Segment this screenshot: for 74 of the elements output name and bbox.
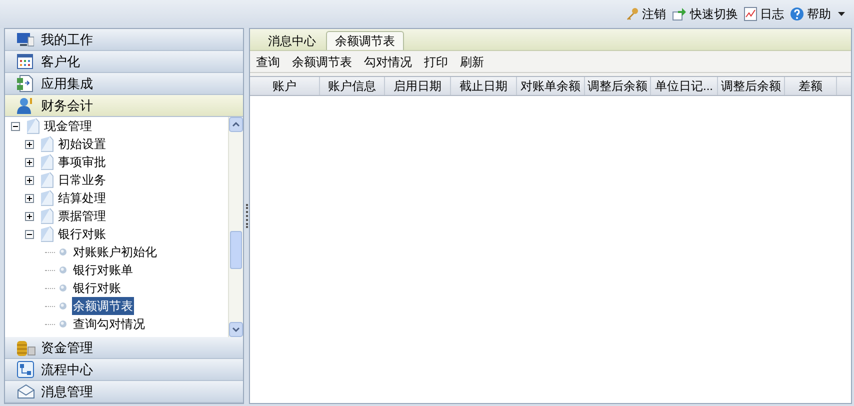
scroll-down-icon[interactable] bbox=[229, 322, 243, 337]
page-icon bbox=[40, 208, 54, 224]
tree-node[interactable]: 现金管理 bbox=[44, 117, 92, 135]
column-header[interactable]: 对账单余额 bbox=[517, 77, 585, 95]
top-link[interactable]: 帮助 bbox=[790, 5, 831, 23]
toolbar-button[interactable]: 打印 bbox=[424, 52, 448, 70]
sidebar-section[interactable]: 流程中心 bbox=[5, 359, 243, 381]
sidebar-section[interactable]: 应用集成 bbox=[5, 73, 243, 95]
tree-node[interactable]: 银行对账 bbox=[58, 225, 106, 243]
document-icon bbox=[17, 75, 33, 92]
bullet-icon bbox=[59, 320, 67, 328]
collapse-icon[interactable] bbox=[25, 230, 34, 238]
tab[interactable]: 消息中心 bbox=[260, 31, 324, 50]
person-icon bbox=[17, 97, 35, 114]
page-icon bbox=[40, 226, 54, 242]
sidebar-section[interactable]: 我的工作 bbox=[5, 29, 243, 51]
toolbar-button[interactable]: 余额调节表 bbox=[292, 52, 352, 70]
page-icon bbox=[40, 154, 54, 170]
expand-icon[interactable] bbox=[25, 212, 34, 220]
sidebar-section[interactable]: 财务会计 bbox=[5, 95, 243, 117]
column-header[interactable]: 调整后余额 bbox=[585, 77, 651, 95]
top-link[interactable]: 快速切换 bbox=[672, 5, 738, 23]
tree-node[interactable]: 事项审批 bbox=[58, 153, 106, 171]
column-header[interactable]: 账户 bbox=[250, 77, 320, 95]
tree-node[interactable]: 余额调节表 bbox=[72, 297, 134, 315]
tree-node[interactable]: 日常业务 bbox=[58, 171, 106, 189]
bullet-icon bbox=[59, 302, 67, 310]
tab[interactable]: 余额调节表 bbox=[326, 31, 404, 50]
expand-icon[interactable] bbox=[25, 176, 34, 184]
dropdown-icon[interactable] bbox=[837, 11, 846, 17]
sidebar-section[interactable]: 客户化 bbox=[5, 51, 243, 73]
toolbar-button[interactable]: 勾对情况 bbox=[364, 52, 412, 70]
page-icon bbox=[40, 136, 54, 152]
page-icon bbox=[26, 118, 40, 134]
top-link[interactable]: 日志 bbox=[744, 5, 784, 23]
expand-icon[interactable] bbox=[25, 194, 34, 202]
chart-icon bbox=[744, 7, 757, 21]
toolbar-button[interactable]: 刷新 bbox=[460, 52, 484, 70]
monitor-icon bbox=[17, 32, 34, 47]
bullet-icon bbox=[59, 248, 67, 256]
tree-node[interactable]: 票据管理 bbox=[58, 207, 106, 225]
scroll-up-icon[interactable] bbox=[229, 117, 243, 132]
help-icon bbox=[790, 7, 804, 21]
bullet-icon bbox=[59, 266, 67, 274]
expand-icon[interactable] bbox=[25, 158, 34, 166]
page-icon bbox=[40, 190, 54, 206]
flowchart-icon bbox=[17, 361, 34, 378]
tree-node[interactable]: 银行对账 bbox=[72, 279, 122, 297]
envelope-icon bbox=[17, 384, 35, 399]
column-header[interactable]: 账户信息 bbox=[320, 77, 385, 95]
grid-icon bbox=[17, 54, 33, 69]
sidebar-section[interactable]: 消息管理 bbox=[5, 381, 243, 403]
scroll-thumb[interactable] bbox=[230, 231, 242, 269]
page-icon bbox=[40, 172, 54, 188]
tree-node[interactable]: 初始设置 bbox=[58, 135, 106, 153]
coins-icon bbox=[17, 340, 36, 356]
expand-icon[interactable] bbox=[25, 140, 34, 148]
sidebar-section[interactable]: 资金管理 bbox=[5, 337, 243, 359]
tree-node[interactable]: 对账账户初始化 bbox=[72, 243, 158, 261]
toolbar-button[interactable]: 查询 bbox=[256, 52, 280, 70]
collapse-icon[interactable] bbox=[11, 122, 20, 130]
top-link[interactable]: 注销 bbox=[625, 5, 666, 23]
column-header[interactable]: 差额 bbox=[785, 77, 837, 95]
tree-node[interactable]: 查询勾对情况 bbox=[72, 315, 146, 333]
arrow-icon bbox=[672, 7, 687, 21]
column-header[interactable]: 截止日期 bbox=[451, 77, 517, 95]
tree-node[interactable]: 银行对账单 bbox=[72, 261, 134, 279]
column-header[interactable]: 调整后余额 bbox=[718, 77, 785, 95]
bullet-icon bbox=[59, 284, 67, 292]
tree-node[interactable]: 结算处理 bbox=[58, 189, 106, 207]
scrollbar[interactable] bbox=[228, 117, 243, 337]
key-icon bbox=[625, 7, 639, 21]
column-header[interactable]: 启用日期 bbox=[385, 77, 451, 95]
column-header[interactable]: 单位日记... bbox=[651, 77, 718, 95]
